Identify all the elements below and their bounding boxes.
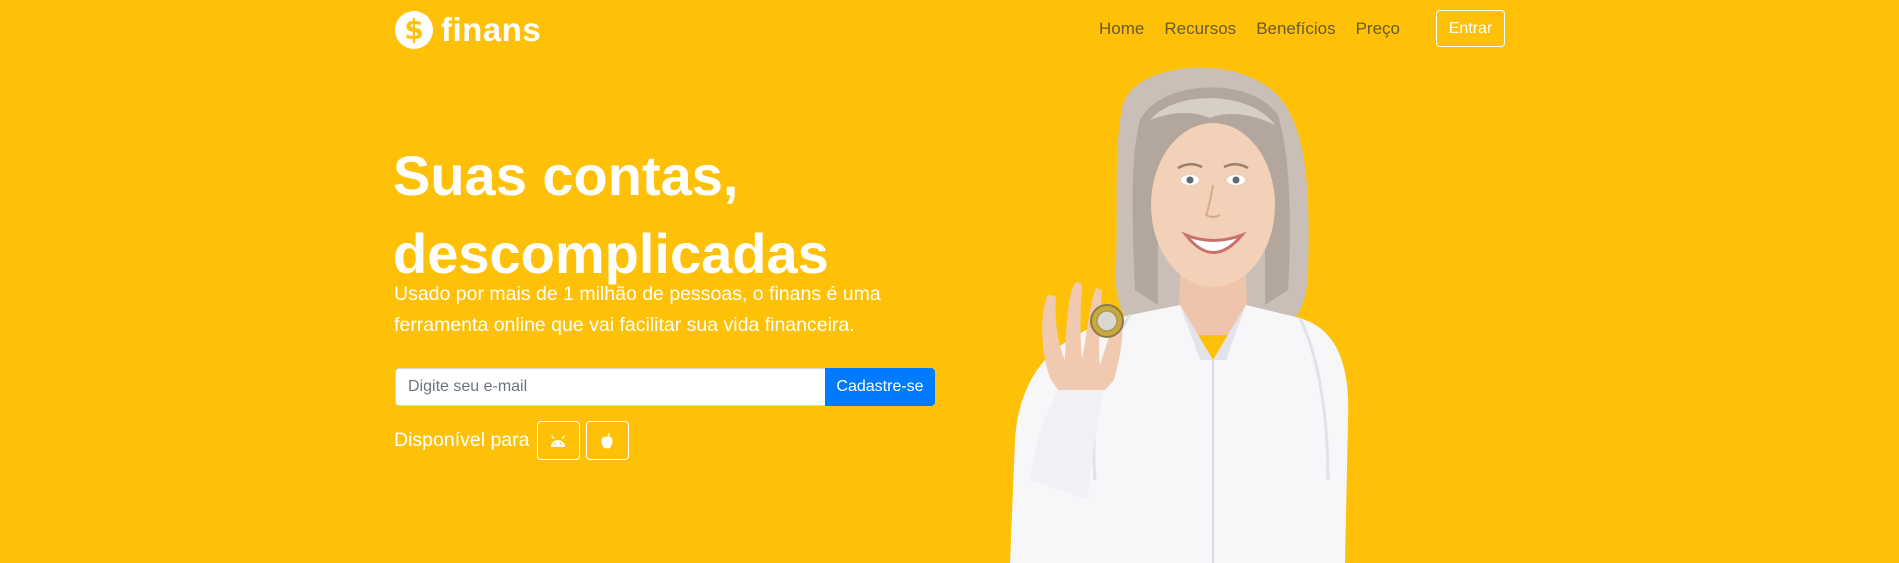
hero-title: Suas contas, descomplicadas — [393, 137, 953, 293]
navbar: $ finans Home Recursos Benefícios Preço … — [395, 0, 1505, 58]
dollar-coin-icon: $ — [395, 11, 433, 49]
brand-name: finans — [441, 11, 542, 48]
android-button[interactable] — [536, 421, 580, 460]
signup-form: Cadastre-se — [395, 368, 935, 406]
hero-description: Usado por mais de 1 milhão de pessoas, o… — [394, 283, 881, 336]
hero-title-line-1: Suas contas, — [393, 144, 739, 207]
platform-availability: Disponível para — [394, 421, 629, 460]
android-icon — [551, 434, 565, 447]
email-input[interactable] — [395, 368, 825, 406]
nav-links: Home Recursos Benefícios Preço — [1089, 19, 1410, 39]
login-button[interactable]: Entrar — [1436, 10, 1505, 47]
nav-link-recursos[interactable]: Recursos — [1154, 19, 1246, 39]
nav-link-preco[interactable]: Preço — [1346, 19, 1410, 39]
brand-logo[interactable]: $ finans — [395, 10, 541, 50]
available-label: Disponível para — [394, 429, 530, 451]
nav-link-home[interactable]: Home — [1089, 19, 1154, 39]
nav-link-beneficios[interactable]: Benefícios — [1246, 19, 1345, 39]
apple-icon — [601, 432, 613, 448]
apple-button[interactable] — [585, 421, 629, 460]
hero-woman-photo — [1010, 67, 1349, 563]
signup-button[interactable]: Cadastre-se — [825, 368, 935, 406]
